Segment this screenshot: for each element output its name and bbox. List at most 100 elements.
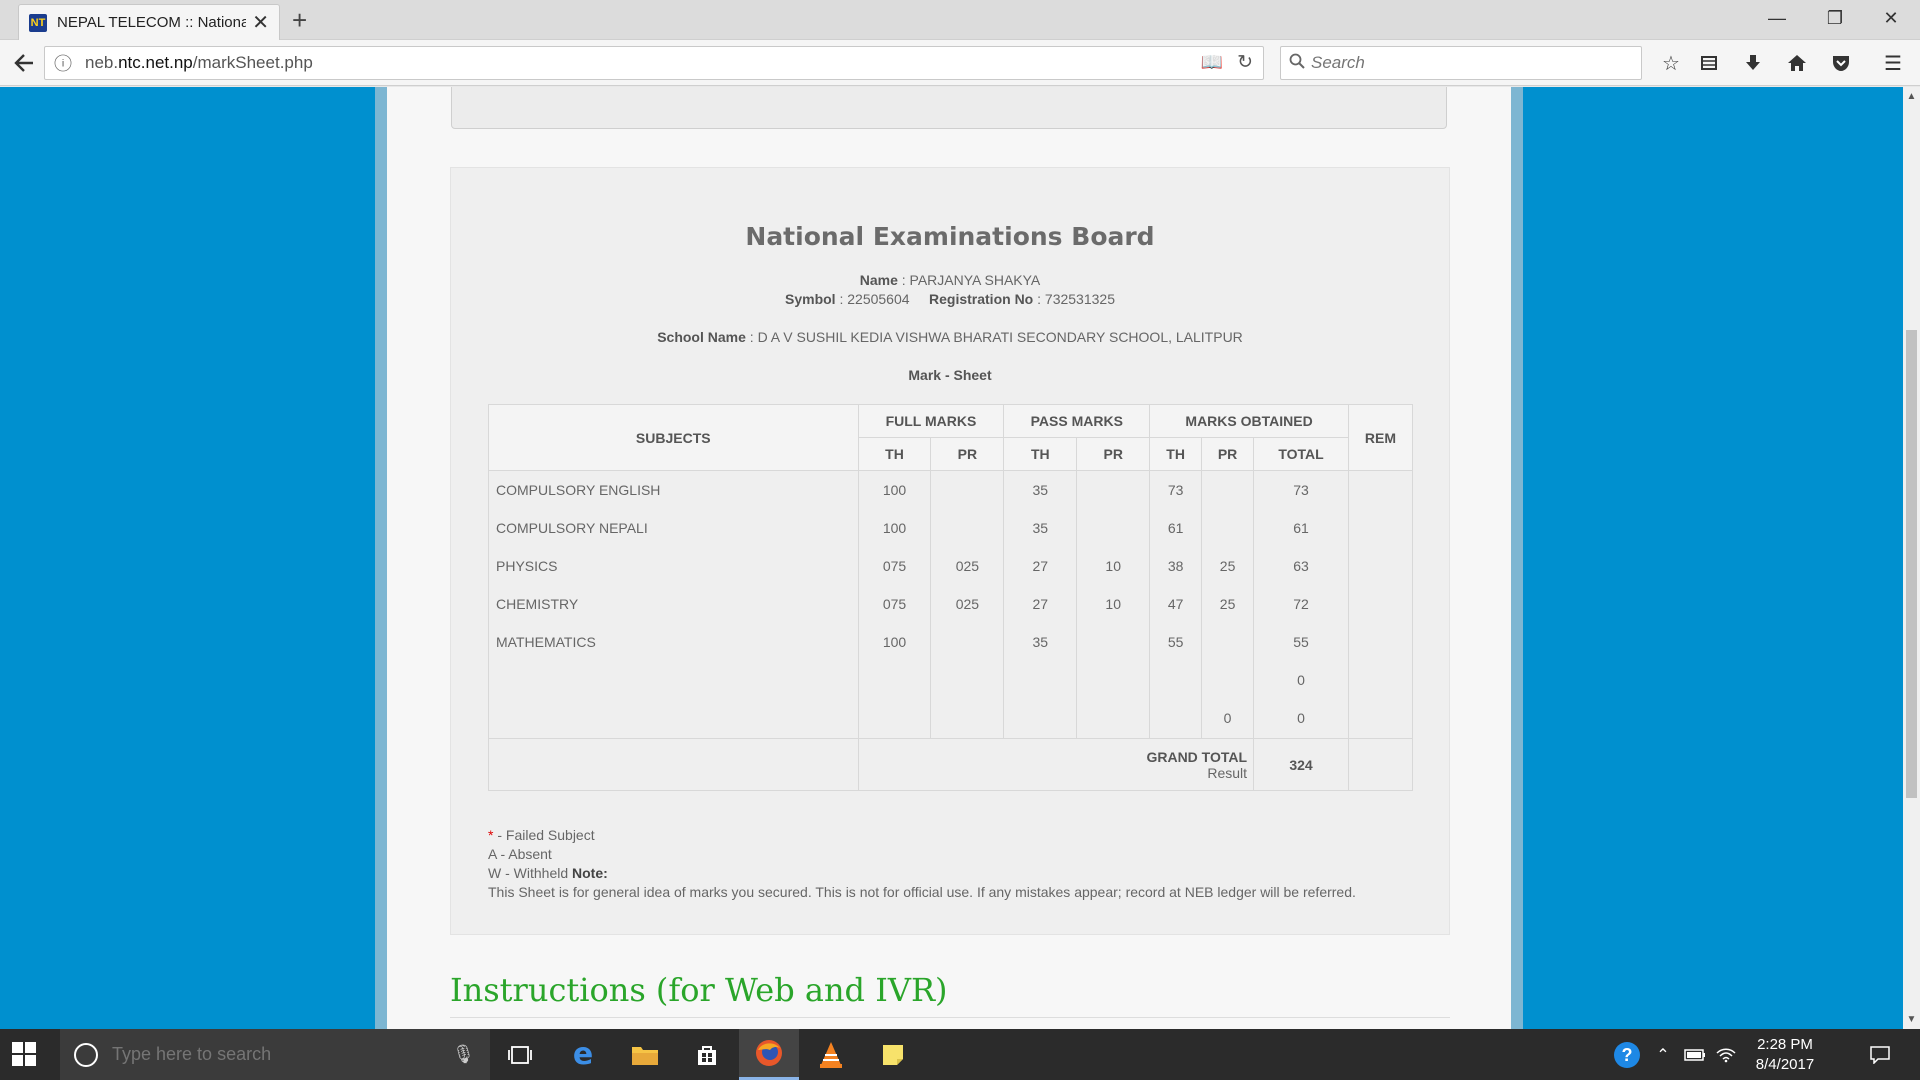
cell-pass-pr	[1076, 622, 1151, 661]
chevron-up-icon[interactable]: ⌃	[1650, 1029, 1676, 1080]
header-full-marks: FULL MARKS	[857, 404, 1005, 438]
sheet-title-text: Mark - Sheet	[908, 367, 992, 383]
cell-pass-th: 35	[1003, 622, 1078, 661]
cell-full-th: 075	[857, 546, 932, 585]
cell-full-th	[857, 660, 932, 699]
cell-pass-pr	[1076, 698, 1151, 739]
school-line: School Name : D A V SUSHIL KEDIA VISHWA …	[657, 329, 1243, 345]
note-label: Note:	[572, 865, 608, 881]
tab-bar: NT NEPAL TELECOM :: National ✕ + — ❐ ✕	[0, 0, 1920, 40]
minimize-icon[interactable]: —	[1754, 4, 1800, 32]
marksheet-panel: National Examinations Board Name : PARJA…	[450, 167, 1450, 935]
close-tab-icon[interactable]: ✕	[252, 13, 269, 33]
clock-time: 2:28 PM	[1757, 1036, 1813, 1053]
download-icon[interactable]	[1736, 48, 1770, 78]
cell-full-th: 100	[857, 622, 932, 661]
cell-pass-pr	[1076, 660, 1151, 699]
microphone-icon[interactable]: 🎙	[452, 1044, 475, 1065]
school-value: D A V SUSHIL KEDIA VISHWA BHARATI SECOND…	[757, 329, 1243, 345]
legend-withheld: W - Withheld	[488, 865, 569, 881]
legend: * - Failed Subject A - Absent W - Withhe…	[488, 826, 1356, 902]
sticky-notes-icon[interactable]	[863, 1029, 923, 1080]
library-icon[interactable]	[1692, 48, 1726, 78]
grand-total-row: GRAND TOTAL Result 324	[488, 738, 1414, 791]
header-pass-th: TH	[1003, 437, 1078, 471]
new-tab-button[interactable]: +	[292, 6, 307, 34]
firefox-icon[interactable]	[739, 1029, 799, 1080]
taskbar-search[interactable]: 🎙	[60, 1029, 490, 1080]
cell-subject: CHEMISTRY	[488, 584, 859, 623]
cell-full-th	[857, 698, 932, 739]
table-row: 0	[488, 660, 1414, 699]
form-box	[451, 87, 1447, 129]
notifications-icon[interactable]	[1862, 1029, 1898, 1080]
file-explorer-icon[interactable]	[615, 1029, 675, 1080]
home-icon[interactable]	[1780, 48, 1814, 78]
reader-view-icon[interactable]: 📖	[1201, 52, 1223, 73]
url-bar[interactable]: i neb.ntc.net.np/markSheet.php 📖 ↻	[44, 46, 1264, 80]
restore-icon[interactable]: ❐	[1812, 4, 1858, 32]
cell-obt-th: 73	[1149, 470, 1203, 509]
page-wrapper: National Examinations Board Name : PARJA…	[375, 87, 1523, 1029]
pocket-icon[interactable]	[1824, 48, 1858, 78]
header-rem: REM	[1347, 404, 1414, 471]
scroll-up-icon[interactable]: ▲	[1903, 91, 1920, 102]
cell-full-pr	[930, 622, 1005, 661]
url-text[interactable]: neb.ntc.net.np/markSheet.php	[85, 53, 313, 73]
table-row: CHEMISTRY 075 025 27 10 47 25 72	[488, 584, 1414, 623]
ntc-favicon-icon: NT	[29, 13, 47, 32]
cell-full-pr: 025	[930, 546, 1005, 585]
page-viewport: National Examinations Board Name : PARJA…	[0, 87, 1903, 1029]
cell-rem	[1347, 470, 1414, 509]
cell-rem	[1347, 622, 1414, 661]
taskbar-search-input[interactable]	[112, 1044, 442, 1065]
info-icon[interactable]: i	[54, 54, 72, 72]
store-icon[interactable]	[677, 1029, 737, 1080]
scroll-down-icon[interactable]: ▼	[1903, 1014, 1920, 1025]
cell-full-pr	[930, 470, 1005, 509]
cell-full-th: 100	[857, 508, 932, 547]
star-icon[interactable]: ☆	[1654, 48, 1688, 78]
search-box[interactable]	[1280, 46, 1642, 80]
search-input[interactable]	[1311, 53, 1611, 73]
battery-icon[interactable]	[1680, 1029, 1710, 1080]
header-full-pr: PR	[930, 437, 1005, 471]
close-window-icon[interactable]: ✕	[1868, 4, 1914, 32]
symbol-line: Symbol : 22505604 Registration No : 7325…	[785, 291, 1115, 307]
reload-icon[interactable]: ↻	[1237, 51, 1253, 74]
cell-obt-pr: 25	[1201, 546, 1255, 585]
clock-date: 8/4/2017	[1755, 1056, 1815, 1073]
tab-title: NEPAL TELECOM :: National	[57, 14, 247, 31]
vlc-icon[interactable]	[801, 1029, 861, 1080]
symbol-value: 22505604	[847, 291, 910, 307]
browser-tab[interactable]: NT NEPAL TELECOM :: National ✕	[18, 4, 280, 40]
cell-subject: MATHEMATICS	[488, 622, 859, 661]
cell-obt-pr	[1201, 508, 1255, 547]
help-icon[interactable]: ?	[1610, 1029, 1644, 1080]
cell-total: 61	[1253, 508, 1349, 547]
task-view-icon[interactable]	[490, 1029, 550, 1080]
note-text: This Sheet is for general idea of marks …	[488, 884, 1356, 900]
grand-empty-cell	[488, 738, 859, 791]
edge-icon[interactable]: e	[553, 1029, 613, 1080]
windows-start-icon[interactable]	[12, 1042, 36, 1066]
scroll-thumb[interactable]	[1906, 330, 1917, 798]
cell-obt-th: 55	[1149, 622, 1203, 661]
vertical-scrollbar[interactable]: ▲ ▼	[1903, 87, 1920, 1029]
cell-pass-th: 27	[1003, 546, 1078, 585]
cell-subject: COMPULSORY NEPALI	[488, 508, 859, 547]
cell-total: 72	[1253, 584, 1349, 623]
wifi-icon[interactable]	[1712, 1029, 1740, 1080]
cell-obt-pr: 25	[1201, 584, 1255, 623]
board-title: National Examinations Board	[745, 222, 1155, 251]
cell-full-pr: 025	[930, 584, 1005, 623]
cortana-icon[interactable]	[74, 1042, 98, 1067]
menu-icon[interactable]: ☰	[1876, 48, 1910, 78]
system-clock[interactable]: 2:28 PM 8/4/2017	[1740, 1035, 1830, 1075]
cell-obt-pr: 0	[1201, 698, 1255, 739]
cell-total: 63	[1253, 546, 1349, 585]
cell-obt-th	[1149, 698, 1203, 739]
cell-pass-pr	[1076, 470, 1151, 509]
url-domain: ntc.net.np	[118, 53, 193, 72]
back-arrow-icon[interactable]	[8, 48, 40, 78]
